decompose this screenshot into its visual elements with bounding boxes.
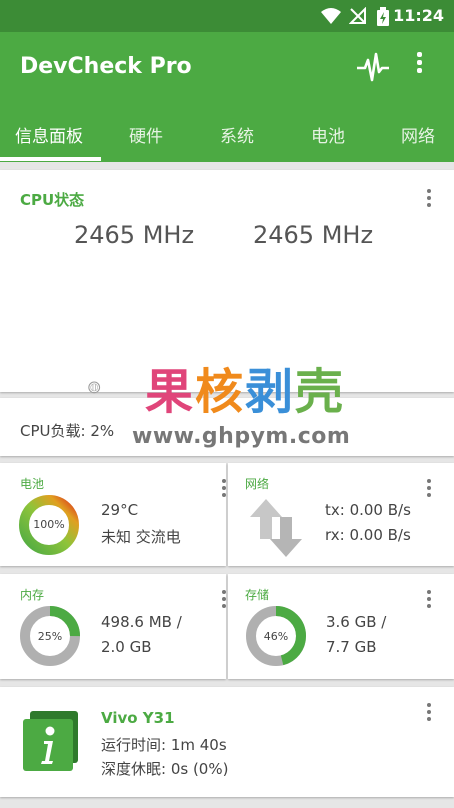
battery-menu-icon[interactable] [222,479,226,500]
transfer-arrows-icon [250,499,302,557]
storage-used: 3.6 GB / [326,613,387,631]
storage-title: 存储 [245,588,270,602]
tab-network[interactable]: 网络 [401,122,435,147]
device-card[interactable]: Vivo Y31 运行时间: 1m 40s 深度休眠: 0s (0%) [0,687,454,797]
clock: 11:24 [393,6,444,25]
network-tx: tx: 0.00 B/s [325,501,411,519]
pulse-icon[interactable] [356,52,390,84]
overflow-menu-icon[interactable] [417,52,423,76]
watermark-url: www.ghpym.com [132,424,351,449]
device-menu-icon[interactable] [427,703,431,724]
battery-card[interactable]: 电池 100% 29°C 未知 交流电 [0,463,226,566]
tab-battery[interactable]: 电池 [311,122,345,147]
storage-total: 7.7 GB [326,638,377,656]
battery-title: 电池 [20,477,45,491]
network-rx: rx: 0.00 B/s [325,526,411,544]
tab-system[interactable]: 系统 [220,122,254,147]
watermark-chinese: 果核剥壳 [145,364,346,420]
cpu-card-menu-icon[interactable] [427,189,431,210]
tab-dashboard[interactable]: 信息面板 [15,122,83,147]
tab-indicator [0,157,101,161]
battery-status: 未知 交流电 [101,528,181,546]
storage-card[interactable]: 存储 46% 3.6 GB / 7.7 GB [228,574,454,679]
tab-hardware[interactable]: 硬件 [129,122,163,147]
memory-menu-icon[interactable] [222,590,226,611]
wifi-icon [321,8,341,24]
storage-menu-icon[interactable] [427,590,431,611]
network-title: 网络 [245,477,270,491]
memory-percent: 25% [37,630,63,643]
cpu-core-freq-2: 2465 MHz [253,221,374,249]
tab-bar: 信息面板 硬件 系统 电池 网络 [0,120,454,162]
cpu-core-freq-1: 2465 MHz [74,221,195,249]
status-bar: 11:24 [0,0,454,32]
memory-title: 内存 [20,588,45,602]
cpu-status-title: CPU状态 [20,191,85,209]
app-title: DevCheck Pro [20,54,192,79]
info-icon [23,711,78,771]
app-bar: DevCheck Pro 信息面板 硬件 系统 电池 网络 [0,32,454,162]
memory-card[interactable]: 内存 25% 498.6 MB / 2.0 GB [0,574,226,679]
network-menu-icon[interactable] [427,479,431,500]
watermark-logo-icon [88,381,101,394]
network-card[interactable]: 网络 tx: 0.00 B/s rx: 0.00 B/s [228,463,454,566]
memory-used: 498.6 MB / [101,613,182,631]
memory-total: 2.0 GB [101,638,152,656]
storage-percent: 46% [263,630,289,643]
device-name: Vivo Y31 [101,709,175,727]
battery-charging-icon [377,7,389,26]
battery-percent: 100% [33,518,65,531]
device-deep-sleep: 深度休眠: 0s (0%) [101,760,229,778]
signal-off-icon [349,7,366,24]
battery-temp: 29°C [101,501,139,519]
device-uptime: 运行时间: 1m 40s [101,736,227,754]
